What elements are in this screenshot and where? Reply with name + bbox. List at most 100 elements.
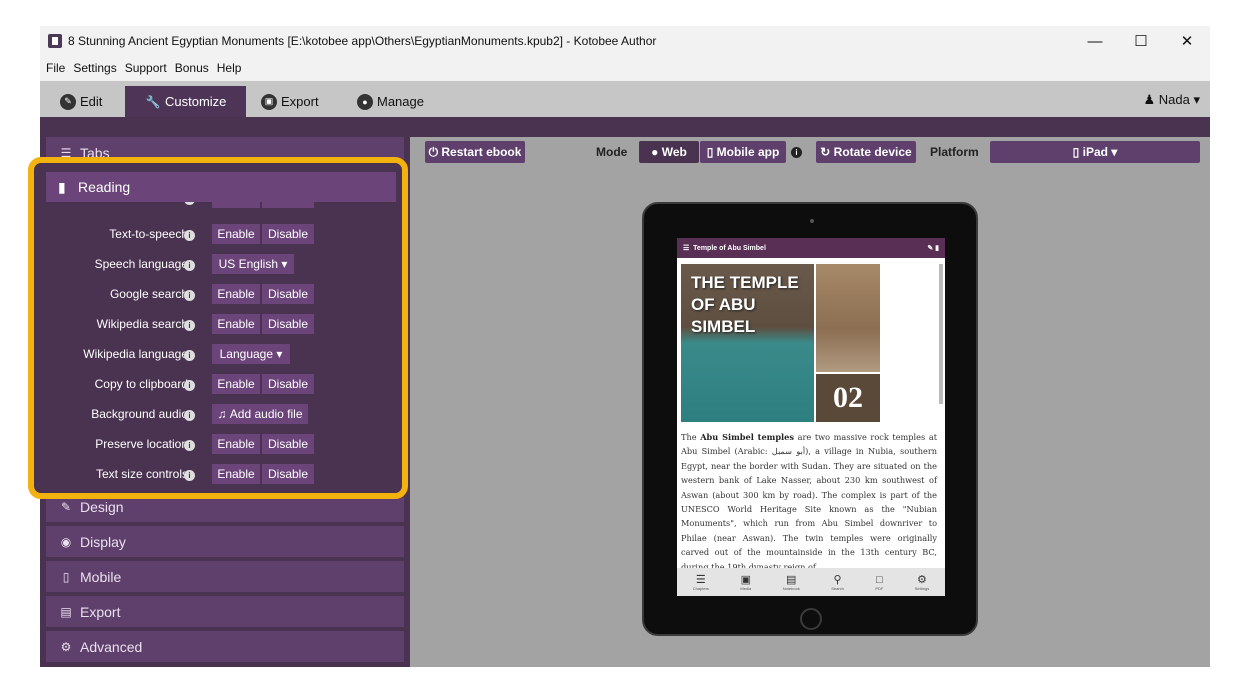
section-export[interactable]: ▤ Export — [46, 596, 404, 627]
copy-to-clipboard-enable-button[interactable]: Enable — [212, 374, 260, 394]
notebook-icon: ▤ — [786, 573, 797, 586]
info-icon[interactable]: i — [184, 290, 195, 301]
section-export-label: Export — [80, 603, 121, 620]
text-to-speech-label: Text-to-speech — [109, 227, 188, 241]
info-icon[interactable]: i — [184, 230, 195, 241]
tab-customize[interactable]: 🔧 Customize — [125, 86, 247, 117]
power-icon: ⏻ — [428, 144, 442, 159]
wikipedia-language-value: Language — [219, 347, 274, 361]
speech-language-value: US English — [218, 257, 278, 271]
reading-title: Reading — [78, 179, 131, 195]
add-audio-file-button[interactable]: ♫ Add audio file — [212, 404, 308, 424]
info-icon[interactable]: i — [184, 260, 195, 271]
tab-edit[interactable]: ✎ Edit — [60, 86, 102, 117]
restart-ebook-button[interactable]: ⏻ Restart ebook — [425, 141, 525, 163]
text-to-speech-enable-button[interactable]: Enable — [212, 224, 260, 244]
nav-media[interactable]: ▣ Media — [740, 574, 751, 591]
platform-value: iPad — [1082, 145, 1108, 159]
copy-to-clipboard-disable-button[interactable]: Disable — [262, 374, 314, 394]
window-title: 8 Stunning Ancient Egyptian Monuments [E… — [68, 34, 657, 48]
menu-file[interactable]: File — [46, 61, 65, 75]
preserve-location-enable-button[interactable]: Enable — [212, 434, 260, 454]
export-icon: ▣ — [261, 93, 277, 110]
nav-search[interactable]: ⚲ Search — [831, 574, 844, 591]
rotate-device-button[interactable]: ↻ Rotate device — [816, 141, 916, 163]
mobile-icon: ▯ — [706, 145, 717, 159]
info-icon[interactable]: i — [184, 350, 195, 361]
section-advanced-label: Advanced — [80, 638, 143, 655]
menu-help[interactable]: Help — [217, 61, 242, 75]
menu-icon[interactable]: ☰ — [683, 244, 693, 252]
info-icon[interactable]: i — [184, 380, 195, 391]
title-bar: 8 Stunning Ancient Egyptian Monuments [E… — [40, 26, 1210, 56]
row-wikipedia-language: Wikipedia language i Language ▾ — [46, 343, 396, 365]
section-advanced[interactable]: ⚙ Advanced — [46, 631, 404, 662]
mode-label: Mode — [596, 145, 628, 159]
ebook-scrollbar[interactable] — [939, 264, 943, 404]
section-mobile-label: Mobile — [80, 568, 122, 585]
section-display[interactable]: ◉ Display — [46, 526, 404, 557]
row-copy-to-clipboard: Copy to clipboard i Enable Disable — [46, 373, 396, 395]
menu-bonus[interactable]: Bonus — [175, 61, 209, 75]
info-icon[interactable]: i — [184, 470, 195, 481]
gear-icon: ⚙ — [60, 639, 72, 654]
microphone-icon: ♫ — [217, 407, 230, 421]
text-size-controls-label: Text size controls — [95, 467, 188, 481]
ebook-chapter-title: Temple of Abu Simbel — [693, 244, 766, 252]
tab-export[interactable]: ▣ Export — [261, 86, 319, 117]
mobile-app-label: Mobile app — [716, 145, 780, 159]
row-text-to-speech: Text-to-speech i Enable Disable — [46, 223, 396, 245]
nav-settings[interactable]: ⚙ Settings — [915, 574, 929, 591]
ebook-preview-screen[interactable]: ☰ Temple of Abu Simbel ✎ ▮ THE TEMPLE OF… — [677, 238, 945, 596]
user-icon: ● — [357, 93, 373, 110]
ebook-body-text: The Abu Simbel temples are two massive r… — [681, 430, 937, 574]
reading-section-header[interactable]: ▮ Reading — [46, 172, 396, 202]
menu-settings[interactable]: Settings — [73, 61, 116, 75]
menu-support[interactable]: Support — [125, 61, 167, 75]
wikipedia-search-enable-button[interactable]: Enable — [212, 314, 260, 334]
text-size-controls-disable-button[interactable]: Disable — [262, 464, 314, 484]
nav-notebook[interactable]: ▤ Notebook — [783, 574, 800, 591]
tab-manage[interactable]: ● Manage — [357, 86, 424, 117]
row-preserve-location: Preserve location i Enable Disable — [46, 433, 396, 455]
text-to-speech-disable-button[interactable]: Disable — [262, 224, 314, 244]
tab-customize-label: Customize — [165, 94, 227, 109]
info-icon[interactable]: i — [184, 440, 195, 451]
nav-media-label: Media — [740, 585, 752, 591]
hero-image-temple: THE TEMPLE OF ABU SIMBEL — [681, 264, 814, 422]
info-icon[interactable]: i — [184, 320, 195, 331]
nav-settings-label: Settings — [914, 585, 930, 591]
pencil-icon[interactable]: ✎ ▮ — [927, 244, 939, 252]
home-button[interactable] — [800, 608, 822, 630]
ipad-device-frame: ☰ Temple of Abu Simbel ✎ ▮ THE TEMPLE OF… — [642, 202, 978, 636]
web-mode-button[interactable]: ● Web — [639, 141, 699, 163]
mobile-app-mode-button[interactable]: ▯ Mobile app — [700, 141, 786, 163]
google-search-enable-button[interactable]: Enable — [212, 284, 260, 304]
preserve-location-disable-button[interactable]: Disable — [262, 434, 314, 454]
hero-title: THE TEMPLE OF ABU SIMBEL — [691, 273, 799, 336]
nav-pdf-label: PDF — [875, 585, 884, 591]
close-button[interactable]: ✕ — [1164, 26, 1210, 56]
google-search-disable-button[interactable]: Disable — [262, 284, 314, 304]
info-icon[interactable]: i — [184, 410, 195, 421]
kotobee-logo-icon — [48, 34, 62, 48]
wikipedia-search-label: Wikipedia search — [96, 317, 188, 331]
platform-dropdown[interactable]: ▯ iPad ▾ — [990, 141, 1200, 163]
nav-chapters[interactable]: ☰ Chapters — [693, 574, 709, 591]
user-menu[interactable]: ♟ Nada ▾ — [1143, 92, 1200, 108]
wikipedia-language-dropdown[interactable]: Language ▾ — [212, 344, 290, 364]
speech-language-dropdown[interactable]: US English ▾ — [212, 254, 294, 274]
minimize-button[interactable]: — — [1072, 26, 1118, 56]
section-mobile[interactable]: ▯ Mobile — [46, 561, 404, 592]
info-icon[interactable]: i — [791, 147, 802, 158]
preview-area: ⏻ Restart ebook Mode ● Web ▯ Mobile app … — [410, 137, 1210, 667]
text-size-controls-enable-button[interactable]: Enable — [212, 464, 260, 484]
body-start: The — [681, 432, 697, 442]
eye-icon: ◉ — [60, 534, 72, 549]
tab-edit-label: Edit — [80, 94, 103, 109]
nav-chapters-label: Chapters — [692, 585, 709, 591]
nav-pdf[interactable]: □ PDF — [875, 574, 883, 591]
body-end: known as the "Nubian Monuments", which r… — [681, 504, 938, 572]
wikipedia-search-disable-button[interactable]: Disable — [262, 314, 314, 334]
maximize-button[interactable]: ☐ — [1118, 26, 1164, 56]
